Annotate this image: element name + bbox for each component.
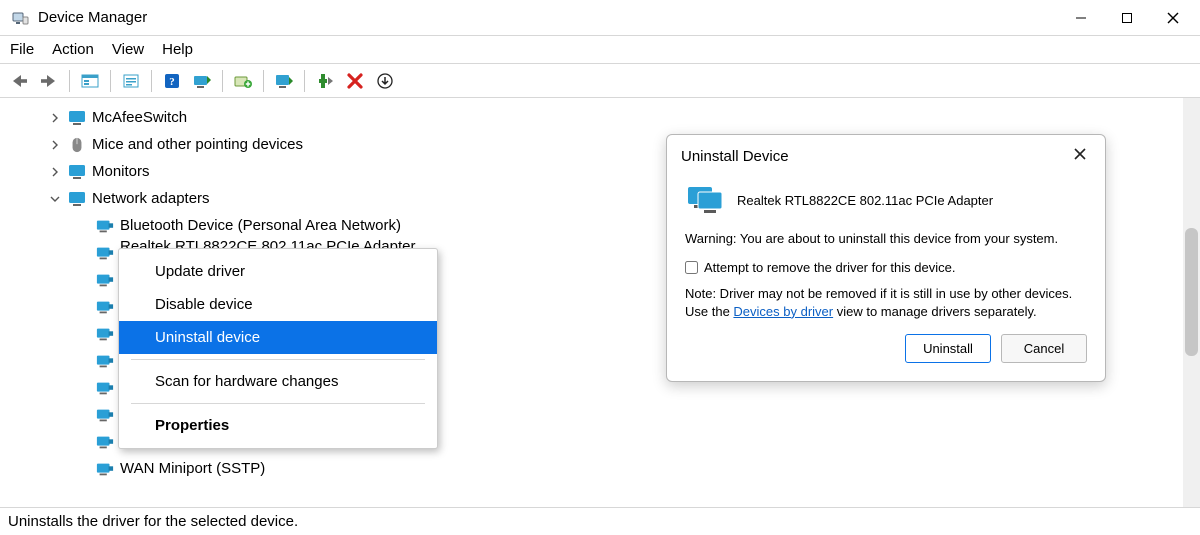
monitor-icon [68,164,86,180]
devices-by-driver-link[interactable]: Devices by driver [733,304,833,319]
toolbar-separator [110,70,111,92]
show-hide-tree-button[interactable] [77,68,103,94]
tree-node-label: Monitors [92,163,150,180]
monitor-icon [68,110,86,126]
tree-node[interactable]: McAfeeSwitch [20,104,1200,131]
netcard-icon [96,272,114,288]
uninstall-dialog: Uninstall Device Realtek RTL8822CE 802.1… [666,134,1106,382]
menu-help[interactable]: Help [162,41,193,58]
netcard-icon [96,218,114,234]
netcard-icon [96,299,114,315]
window-title: Device Manager [38,9,1058,26]
remove-driver-checkbox[interactable] [685,261,698,274]
remove-driver-checkbox-row[interactable]: Attempt to remove the driver for this de… [685,260,1087,275]
down-arrow-button[interactable] [372,68,398,94]
tree-node-label: McAfeeSwitch [92,109,187,126]
netcard-icon [96,326,114,342]
dialog-note: Note: Driver may not be removed if it is… [685,285,1087,320]
title-bar: Device Manager [0,0,1200,36]
device-tree-panel: McAfeeSwitch Mice and other pointing devi… [0,98,1200,508]
scan-hardware-button[interactable] [189,68,215,94]
expand-icon[interactable] [48,113,62,123]
menu-file[interactable]: File [10,41,34,58]
context-menu-item[interactable]: Properties [119,409,437,442]
maximize-button[interactable] [1104,2,1150,34]
help-button[interactable]: ? [159,68,185,94]
netcard-icon [96,461,114,477]
toolbar: ? [0,64,1200,98]
mouse-icon [68,137,86,153]
status-bar: Uninstalls the driver for the selected d… [0,508,1200,535]
status-text: Uninstalls the driver for the selected d… [8,513,298,530]
close-button[interactable] [1150,2,1196,34]
collapse-icon[interactable] [48,194,62,204]
netcard-icon [96,380,114,396]
netcard-icon [96,434,114,450]
context-menu-item[interactable]: Scan for hardware changes [119,365,437,398]
toolbar-separator [151,70,152,92]
tree-node-label: Network adapters [92,190,210,207]
expand-icon[interactable] [48,167,62,177]
tree-node[interactable]: WAN Miniport (SSTP) [20,455,1200,482]
menu-view[interactable]: View [112,41,144,58]
forward-button[interactable] [36,68,62,94]
menu-action[interactable]: Action [52,41,94,58]
toolbar-separator [222,70,223,92]
tree-node-label: WAN Miniport (SSTP) [120,460,265,477]
dialog-device-icon [685,183,725,217]
context-menu-separator [131,403,425,404]
window-controls [1058,2,1196,34]
toolbar-separator [263,70,264,92]
scrollbar-thumb[interactable] [1185,228,1198,356]
toolbar-separator [69,70,70,92]
update-driver-button[interactable] [230,68,256,94]
uninstall-device-button[interactable] [342,68,368,94]
remove-driver-label: Attempt to remove the driver for this de… [704,260,955,275]
menu-bar: File Action View Help [0,36,1200,64]
minimize-button[interactable] [1058,2,1104,34]
dialog-title: Uninstall Device [681,148,1069,165]
dialog-close-button[interactable] [1069,145,1091,167]
uninstall-button[interactable]: Uninstall [905,334,991,363]
tree-node-label: Bluetooth Device (Personal Area Network) [120,217,401,234]
dialog-device-name: Realtek RTL8822CE 802.11ac PCIe Adapter [737,193,1087,208]
dialog-warning: Warning: You are about to uninstall this… [685,231,1087,246]
context-menu: Update driverDisable deviceUninstall dev… [118,248,438,449]
context-menu-separator [131,359,425,360]
enable-device-button[interactable] [271,68,297,94]
expand-icon[interactable] [48,140,62,150]
cancel-button[interactable]: Cancel [1001,334,1087,363]
back-button[interactable] [6,68,32,94]
disable-device-button[interactable] [312,68,338,94]
netcard-icon [96,407,114,423]
toolbar-separator [304,70,305,92]
monitor-icon [68,191,86,207]
properties-button[interactable] [118,68,144,94]
app-icon [10,8,30,28]
netcard-icon [96,245,114,261]
context-menu-item[interactable]: Update driver [119,255,437,288]
netcard-icon [96,353,114,369]
vertical-scrollbar[interactable] [1183,98,1200,507]
tree-node-label: Mice and other pointing devices [92,136,303,153]
context-menu-item[interactable]: Disable device [119,288,437,321]
context-menu-item[interactable]: Uninstall device [119,321,437,354]
svg-text:?: ? [169,76,175,88]
